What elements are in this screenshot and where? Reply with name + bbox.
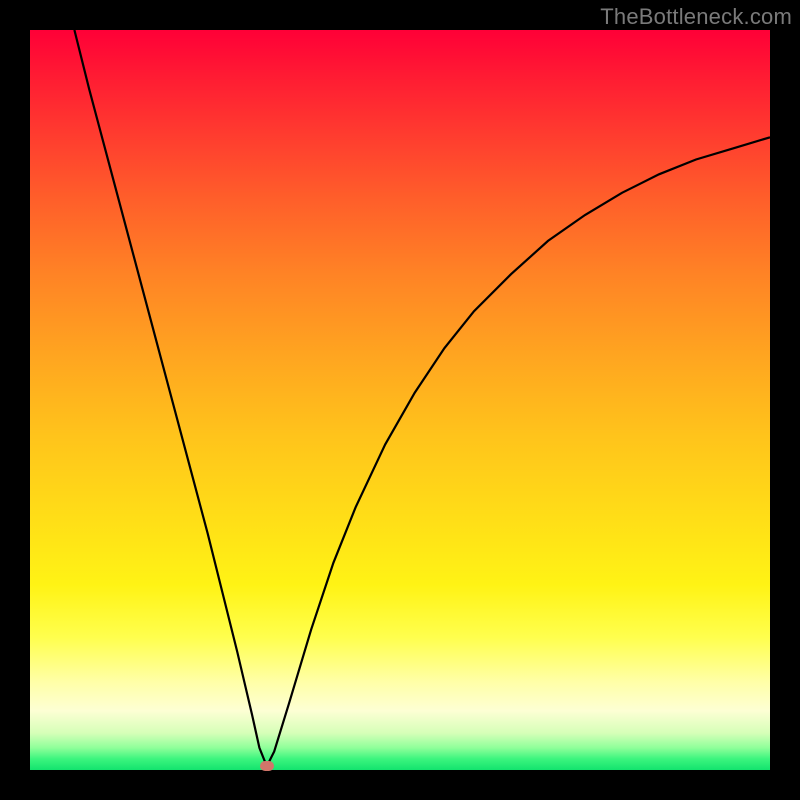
minimum-marker <box>260 761 274 771</box>
chart-frame: TheBottleneck.com <box>0 0 800 800</box>
curve-layer <box>30 30 770 770</box>
watermark-text: TheBottleneck.com <box>600 4 792 30</box>
bottleneck-curve <box>74 30 770 766</box>
plot-area <box>30 30 770 770</box>
